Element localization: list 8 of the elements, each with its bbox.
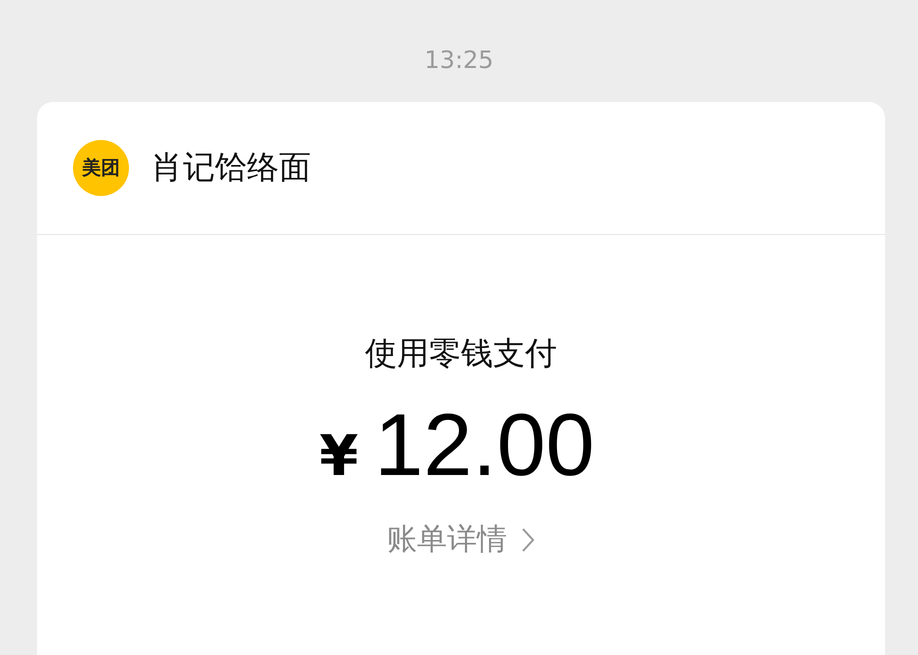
- bill-details-link[interactable]: 账单详情: [387, 519, 535, 560]
- payment-method: 使用零钱支付: [365, 333, 557, 373]
- merchant-name: 肖记饸络面: [151, 147, 311, 188]
- payment-amount: 12.00: [374, 395, 595, 495]
- message-timestamp: 13:25: [424, 45, 494, 76]
- currency-symbol: ¥: [319, 424, 358, 489]
- merchant-logo: 美团: [73, 140, 129, 196]
- chevron-right-icon: [521, 526, 535, 552]
